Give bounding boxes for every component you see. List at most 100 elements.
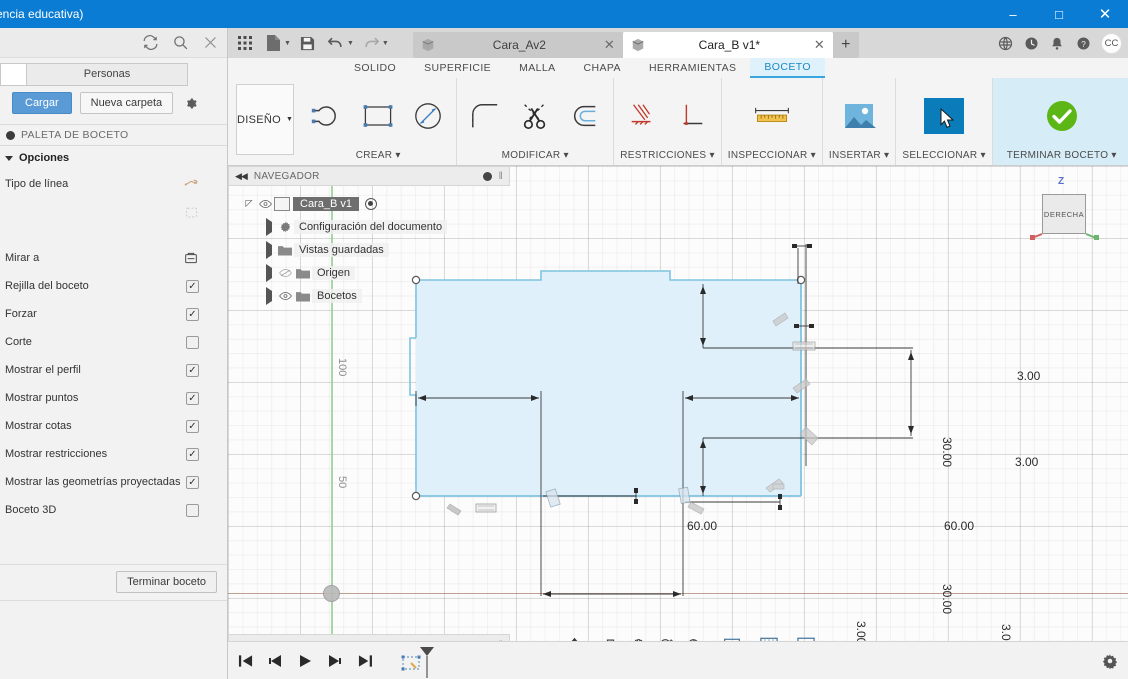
tree-root-cara-b-v1[interactable]: ◸ Cara_B v1 [228,192,510,215]
tab-blank[interactable] [0,62,26,86]
option-row-mirar-a[interactable]: Mirar a [0,244,227,272]
perpendicular-icon[interactable] [670,94,714,138]
sketch-feature-icon[interactable] [398,646,438,678]
tree-item-bocetos[interactable]: Bocetos [228,284,510,307]
offset-icon[interactable] [563,94,607,138]
checkbox-boceto-3d[interactable] [186,503,199,517]
finish-sketch-button[interactable]: Terminar boceto [116,570,217,593]
checkbox-rejilla-del-boceto[interactable]: ✓ [186,279,199,293]
option-row-construccion[interactable] [0,198,227,226]
arc-icon[interactable] [306,94,350,138]
ribbon-group-label-restricciones[interactable]: RESTRICCIONES ▾ [620,150,715,163]
visibility-eye-icon[interactable] [256,199,274,209]
navigator-grip[interactable]: ‖ [499,171,503,182]
checkbox-mostrar-puntos[interactable]: ✓ [186,391,199,405]
window-maximize-button[interactable]: □ [1036,0,1082,28]
dimension-label[interactable]: 3.00 [1015,455,1038,469]
help-icon[interactable]: ? [1071,30,1095,56]
ribbon-group-label-inspeccionar[interactable]: INSPECCIONAR ▾ [728,150,816,163]
chevron-down-icon[interactable]: ▼ [347,40,354,47]
view-cube[interactable]: Z DERECHA [1028,176,1102,242]
checkbox-mostrar-el-perfil[interactable]: ✓ [186,363,199,377]
gear-icon[interactable] [1102,653,1118,669]
ribbon-tab-boceto[interactable]: BOCETO [750,58,825,78]
checkbox-mostrar-geometrias-proyectadas[interactable]: ✓ [186,475,199,489]
chevron-icon[interactable]: ◸ [242,198,256,209]
redo-icon[interactable] [358,30,384,56]
new-folder-button[interactable]: Nueva carpeta [79,92,174,114]
option-row-mostrar-geometrias-proyectadas[interactable]: Mostrar las geometrías proyectadas ✓ [0,468,227,496]
new-tab-button[interactable]: + [832,32,859,58]
close-icon[interactable]: ✕ [814,37,825,53]
ribbon-group-label-seleccionar[interactable]: SELECCIONAR ▾ [902,150,985,163]
navigator-pin-icon[interactable] [482,171,492,181]
option-row-boceto-3d[interactable]: Boceto 3D [0,496,227,524]
dimension-label[interactable]: 60.00 [687,519,717,533]
option-row-forzar[interactable]: Forzar ✓ [0,300,227,328]
select-cursor-icon[interactable] [922,94,966,138]
apps-grid-icon[interactable] [232,30,258,56]
option-row-mostrar-el-perfil[interactable]: Mostrar el perfil ✓ [0,356,227,384]
search-icon[interactable] [171,34,189,52]
window-minimize-button[interactable]: – [990,0,1036,28]
chevron-right-icon[interactable] [262,286,276,305]
close-icon[interactable]: ✕ [604,37,615,53]
trim-scissors-icon[interactable] [513,94,557,138]
option-row-mostrar-cotas[interactable]: Mostrar cotas ✓ [0,412,227,440]
document-tab-cara-av2[interactable]: Cara_Av2 ✕ [412,32,623,58]
recent-icon[interactable] [1019,30,1043,56]
chevron-right-icon[interactable] [262,240,276,259]
dimension-label[interactable]: 3.00 [1017,369,1040,383]
upload-button[interactable]: Cargar [12,92,72,114]
checkbox-mostrar-restricciones[interactable]: ✓ [186,447,199,461]
chevron-right-icon[interactable] [262,217,276,236]
ribbon-tab-herramientas[interactable]: HERRAMIENTAS [635,58,750,78]
option-row-corte[interactable]: Corte [0,328,227,356]
document-tab-cara-b-v1[interactable]: Cara_B v1* ✕ [622,32,833,58]
dimension-label[interactable]: 30.00 [940,584,954,614]
tree-item-configuracion-del-documento[interactable]: Configuración del documento [228,215,510,238]
undo-icon[interactable] [323,30,349,56]
ribbon-group-label-terminar-boceto[interactable]: TERMINAR BOCETO ▾ [1007,150,1117,163]
gear-icon[interactable] [181,94,199,112]
ribbon-tab-solido[interactable]: SOLIDO [340,58,410,78]
option-row-tipo-de-linea[interactable]: Tipo de línea [0,170,227,198]
chevron-down-icon[interactable]: ▼ [382,40,389,47]
ribbon-tab-chapa[interactable]: CHAPA [570,58,635,78]
close-icon[interactable] [201,34,219,52]
file-icon[interactable] [260,30,286,56]
measure-icon[interactable] [750,94,794,138]
sketch-canvas[interactable]: 100 50 3.00 30.00 3.00 60.00 60.00 30.00… [228,166,1128,679]
chevron-right-icon[interactable] [262,263,276,282]
active-component-radio[interactable] [364,197,377,210]
tab-personas[interactable]: Personas [26,62,188,86]
ribbon-tab-superficie[interactable]: SUPERFICIE [410,58,505,78]
avatar[interactable]: CC [1101,32,1122,54]
check-circle-icon[interactable] [1040,94,1084,138]
option-row-mostrar-puntos[interactable]: Mostrar puntos ✓ [0,384,227,412]
ribbon-group-terminar-boceto[interactable]: TERMINAR BOCETO ▾ [992,78,1128,165]
ribbon-group-label-insertar[interactable]: INSERTAR ▾ [829,150,889,163]
option-row-rejilla-del-boceto[interactable]: Rejilla del boceto ✓ [0,272,227,300]
ribbon-group-label-crear[interactable]: CREAR ▾ [356,150,401,163]
fillet-icon[interactable] [463,94,507,138]
construction-icon[interactable] [183,204,199,220]
tree-item-vistas-guardadas[interactable]: Vistas guardadas [228,238,510,261]
options-section-header[interactable]: Opciones [0,146,227,170]
window-close-button[interactable]: ✕ [1082,0,1128,28]
line-type-icon[interactable] [183,176,199,192]
option-row-mostrar-restricciones[interactable]: Mostrar restricciones ✓ [0,440,227,468]
play-icon[interactable] [294,650,316,672]
circle-diameter-icon[interactable] [406,94,450,138]
constraint-fix-icon[interactable] [620,94,664,138]
look-at-icon[interactable] [183,250,199,266]
visibility-eye-icon[interactable] [276,291,294,301]
ribbon-tab-malla[interactable]: MALLA [505,58,569,78]
collapse-left-icon[interactable]: ◀◀ [235,171,248,182]
checkbox-forzar[interactable]: ✓ [186,307,199,321]
refresh-icon[interactable] [141,34,159,52]
go-to-end-icon[interactable] [354,650,376,672]
dimension-label[interactable]: 30.00 [940,437,954,467]
rectangle-icon[interactable] [356,94,400,138]
bell-icon[interactable] [1045,30,1069,56]
